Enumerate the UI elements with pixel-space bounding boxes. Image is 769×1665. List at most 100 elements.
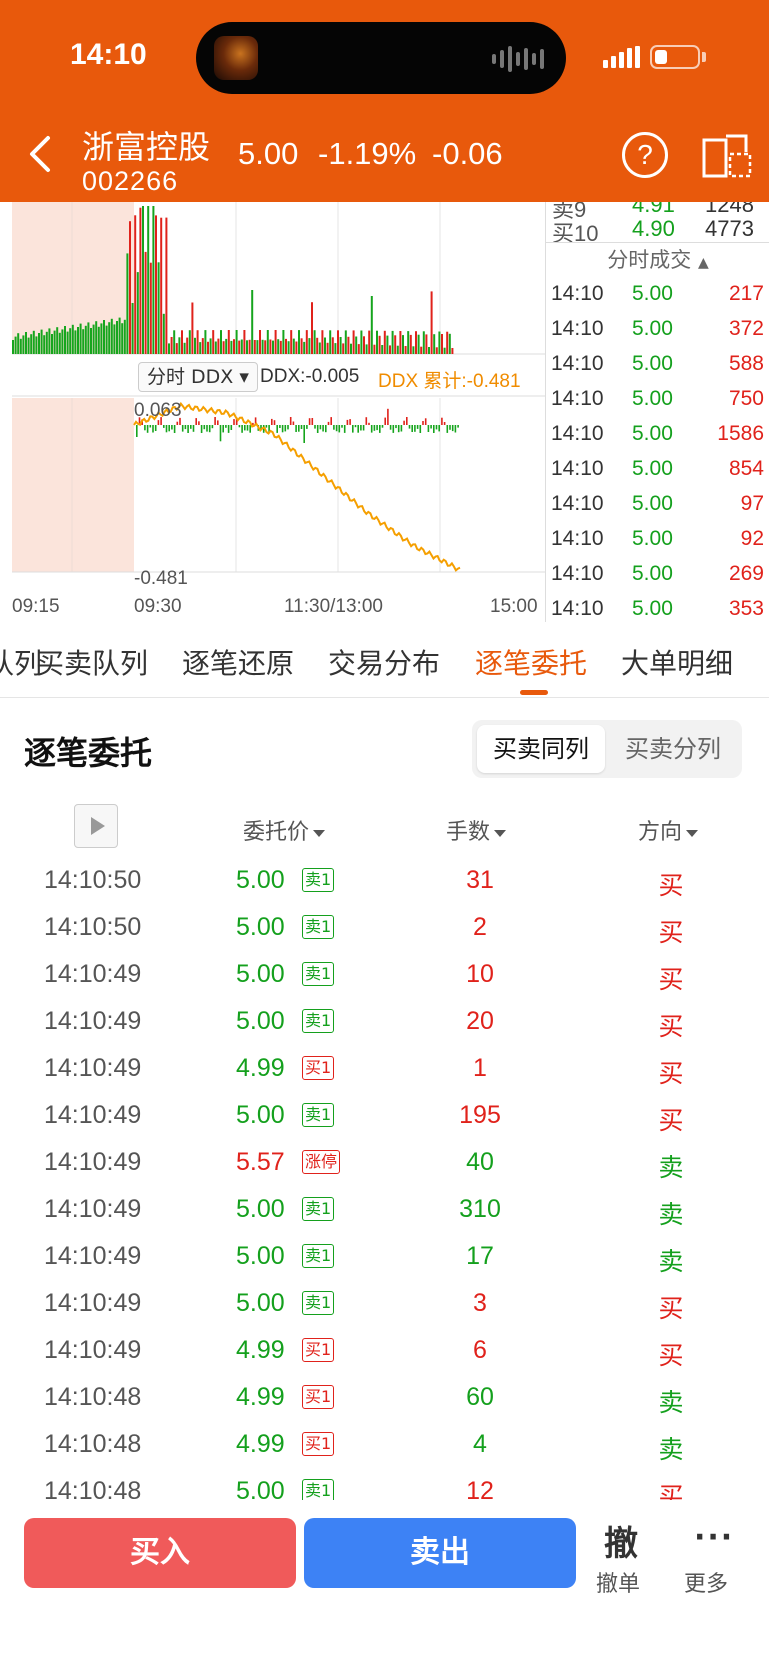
- help-icon[interactable]: ?: [622, 132, 668, 178]
- ddx-bar: [198, 421, 200, 425]
- order-time: 14:10:49: [44, 1336, 142, 1364]
- ddx-bar: [190, 425, 192, 429]
- tick-price: 5.00: [632, 352, 673, 375]
- order-price: 5.00: [236, 913, 285, 941]
- price-column-header[interactable]: 委托价: [243, 814, 325, 846]
- order-row[interactable]: 14:10:49 5.00 卖1 310 卖: [0, 1185, 769, 1232]
- ddx-bar: [208, 425, 211, 433]
- volume-bar: [175, 343, 178, 354]
- tab-order-by-order[interactable]: 逐笔委托: [475, 642, 587, 682]
- more-label[interactable]: 更多: [684, 1566, 728, 1598]
- order-row[interactable]: 14:10:49 5.00 卖1 20 买: [0, 997, 769, 1044]
- ddx-bar: [171, 425, 173, 430]
- buy-button[interactable]: 买入: [24, 1518, 296, 1588]
- intraday-chart[interactable]: 分时 DDX ▾ DDX:-0.005 DDX 累计:-0.481 0.063 …: [0, 202, 545, 622]
- ddx-bar: [435, 425, 438, 430]
- volume-bar: [409, 334, 412, 354]
- same-column-button[interactable]: 买卖同列: [477, 725, 605, 773]
- volume-bar: [35, 336, 38, 354]
- cancel-order-icon[interactable]: 撤: [604, 1516, 638, 1565]
- ticks-header[interactable]: 分时成交 ▲: [546, 242, 769, 276]
- volume-bar: [243, 330, 246, 354]
- order-row[interactable]: 14:10:49 5.57 涨停 40 卖: [0, 1138, 769, 1185]
- x-tick-label: 09:30: [134, 596, 182, 617]
- volume-bar: [25, 332, 27, 354]
- cancel-order-label[interactable]: 撤单: [596, 1566, 640, 1598]
- ddx-bar: [454, 425, 457, 433]
- sell-button[interactable]: 卖出: [304, 1518, 576, 1588]
- order-row[interactable]: 14:10:48 4.99 买1 60 卖: [0, 1373, 769, 1420]
- ddx-bar: [376, 425, 378, 431]
- order-list[interactable]: 14:10:50 5.00 卖1 31 买 14:10:50 5.00 卖1 2 买 14:10:4…: [0, 856, 769, 1504]
- order-level-badge: 卖1: [302, 915, 335, 939]
- tab-trade-distribution[interactable]: 交易分布: [328, 642, 440, 682]
- ddx-bar: [279, 425, 281, 428]
- order-row[interactable]: 14:10:50 5.00 卖1 31 买: [0, 856, 769, 903]
- volume-bar: [71, 324, 74, 354]
- ddx-bar: [249, 425, 251, 433]
- x-tick-label: 15:00: [490, 596, 538, 617]
- order-row[interactable]: 14:10:50 5.00 卖1 2 买: [0, 903, 769, 950]
- tab-buy-sell-queue[interactable]: 买卖队列: [36, 642, 148, 682]
- order-price: 5.00: [236, 1007, 285, 1035]
- ddx-bar: [438, 425, 440, 432]
- order-row[interactable]: 14:10:49 5.00 卖1 10 买: [0, 950, 769, 997]
- volume-bar: [186, 337, 189, 354]
- ddx-selector-dropdown[interactable]: 分时 DDX ▾: [138, 362, 258, 392]
- ddx-bar: [217, 420, 219, 425]
- order-price: 4.99: [236, 1430, 285, 1458]
- volume-bar: [19, 338, 22, 354]
- ddx-bar: [144, 425, 146, 431]
- volume-bar: [173, 330, 176, 354]
- order-row[interactable]: 14:10:49 5.00 卖1 3 买: [0, 1279, 769, 1326]
- order-row[interactable]: 14:10:49 4.99 买1 6 买: [0, 1326, 769, 1373]
- tick-row: 14:10 5.00 353: [546, 593, 769, 622]
- ddx-ymax-label: 0.063: [134, 400, 182, 421]
- order-row[interactable]: 14:10:48 5.00 卖1 12 买: [0, 1467, 769, 1504]
- volume-bar: [389, 345, 391, 354]
- volume-bar: [383, 330, 386, 354]
- ddx-bar: [319, 425, 322, 430]
- ddx-bar: [219, 425, 222, 442]
- split-column-button[interactable]: 买卖分列: [609, 725, 737, 773]
- volume-bar: [266, 330, 269, 354]
- back-icon[interactable]: [26, 132, 56, 176]
- volume-bar: [113, 324, 116, 354]
- detail-tabs: 队列 买卖队列 逐笔还原 交易分布 逐笔委托 大单明细: [0, 622, 769, 698]
- ddx-bar: [211, 425, 214, 429]
- volume-bar: [261, 339, 264, 354]
- order-direction: 卖: [658, 1153, 684, 1182]
- ddx-bar: [384, 417, 386, 425]
- volume-bar: [178, 337, 181, 354]
- ddx-bar: [214, 417, 216, 425]
- volume-bar: [157, 262, 160, 354]
- volume-bar: [90, 328, 92, 354]
- volume-bar: [443, 347, 446, 354]
- order-row[interactable]: 14:10:49 4.99 买1 1 买: [0, 1044, 769, 1091]
- ddx-cumulative: DDX 累计:-0.481: [378, 371, 521, 392]
- tick-panel[interactable]: 卖9 4.91 1248 买10 4.90 4773 分时成交 ▲ 14:10 5…: [545, 202, 769, 622]
- tab-large-orders[interactable]: 大单明细: [621, 642, 733, 682]
- volume-bar: [287, 341, 290, 354]
- volume-bar: [217, 338, 220, 354]
- split-screen-icon[interactable]: [702, 132, 752, 178]
- volume-bar: [165, 217, 168, 354]
- ddx-bar: [316, 425, 319, 433]
- order-row[interactable]: 14:10:49 5.00 卖1 195 买: [0, 1091, 769, 1138]
- ddx-bar: [443, 422, 446, 425]
- qty-column-header[interactable]: 手数: [446, 814, 506, 846]
- order-row[interactable]: 14:10:48 4.99 买1 4 卖: [0, 1420, 769, 1467]
- volume-bar: [324, 337, 326, 354]
- direction-column-header[interactable]: 方向: [638, 814, 698, 846]
- tick-time: 14:10: [551, 282, 604, 305]
- play-icon[interactable]: [74, 804, 118, 848]
- tick-price: 5.00: [632, 422, 673, 445]
- order-qty: 4: [473, 1430, 487, 1458]
- volume-bar: [51, 334, 53, 354]
- order-row[interactable]: 14:10:49 5.00 卖1 17 卖: [0, 1232, 769, 1279]
- stock-name: 浙富控股: [82, 128, 211, 166]
- tab-trade-replay[interactable]: 逐笔还原: [182, 642, 294, 682]
- more-icon[interactable]: ···: [694, 1520, 734, 1555]
- chart-canvas[interactable]: [0, 202, 545, 622]
- ddx-bar: [400, 425, 403, 432]
